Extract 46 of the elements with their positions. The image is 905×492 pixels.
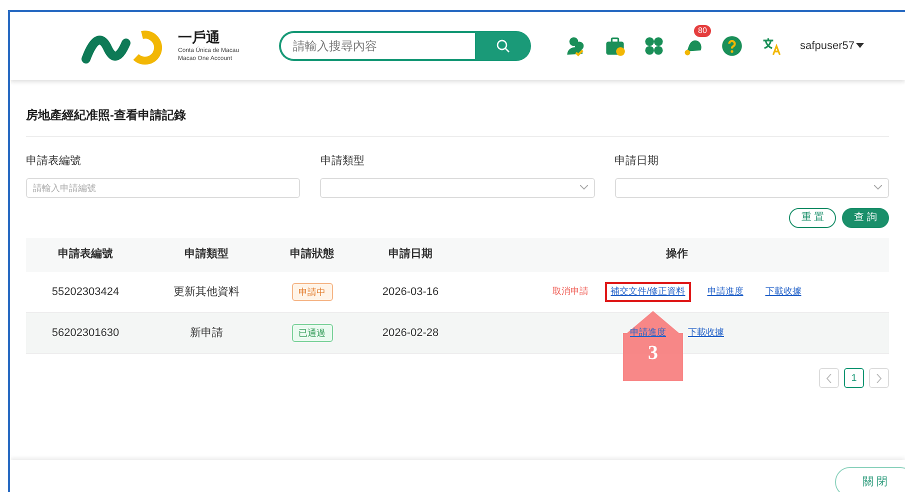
caret-down-icon — [856, 43, 864, 49]
chevron-left-icon — [826, 374, 832, 382]
action-link[interactable]: 下載收據 — [682, 323, 730, 343]
query-button[interactable]: 查 詢 — [842, 208, 889, 228]
notification-badge: 80 — [694, 25, 711, 37]
close-button[interactable]: 關 閉 — [835, 467, 905, 492]
field-label: 申請類型 — [320, 154, 366, 169]
column-header: 申請類型 — [145, 238, 268, 272]
chevron-right-icon — [876, 374, 882, 382]
help-icon[interactable] — [721, 35, 744, 57]
reset-button[interactable]: 重 置 — [789, 208, 836, 228]
step-arrow — [623, 310, 683, 380]
action-link[interactable]: 補交文件/修正資料 — [604, 282, 692, 302]
select-field[interactable] — [614, 178, 889, 198]
logo-title: 一戶通 — [178, 30, 221, 44]
search-icon — [496, 39, 510, 53]
cancel-link[interactable]: 取消申請 — [546, 282, 595, 302]
clover-icon[interactable] — [643, 35, 666, 57]
column-header: 操作 — [465, 238, 889, 272]
column-header: 申請表編號 — [26, 238, 145, 272]
field-label: 申請表編號 — [26, 154, 82, 169]
text-field[interactable]: 請輸入申請編號 — [26, 178, 300, 198]
table-cell: 2026-02-28 — [382, 326, 439, 339]
table-cell: 56202301630 — [52, 326, 120, 339]
select-field[interactable] — [320, 178, 595, 198]
table-cell: 55202303424 — [52, 286, 120, 298]
status-badge: 申請中 — [292, 282, 332, 301]
table-cell: 更新其他資料 — [174, 286, 240, 298]
search-field[interactable]: 請輸入搜尋內容 — [279, 31, 476, 61]
action-link[interactable]: 下載收據 — [759, 282, 808, 302]
briefcase-icon[interactable] — [604, 35, 626, 57]
page-button[interactable]: 1 — [844, 368, 864, 388]
table-cell: 新申請 — [190, 326, 223, 339]
page-title: 房地產經紀准照-查看申請記錄 — [26, 107, 187, 124]
table-cell: 2026-03-16 — [382, 286, 439, 298]
chevron-down-icon — [580, 185, 588, 190]
column-header: 申請日期 — [356, 238, 465, 272]
field-label: 申請日期 — [614, 154, 660, 169]
chevron-down-icon — [874, 185, 882, 190]
action-link[interactable]: 申請進度 — [701, 282, 750, 302]
column-header: 申請狀態 — [268, 238, 356, 272]
step-number: 3 — [647, 340, 659, 364]
search-button[interactable] — [475, 31, 532, 61]
action-link[interactable]: 申請進度 — [624, 323, 672, 343]
status-badge: 已通過 — [292, 324, 332, 342]
user-menu[interactable]: safpuser57 — [800, 38, 864, 54]
